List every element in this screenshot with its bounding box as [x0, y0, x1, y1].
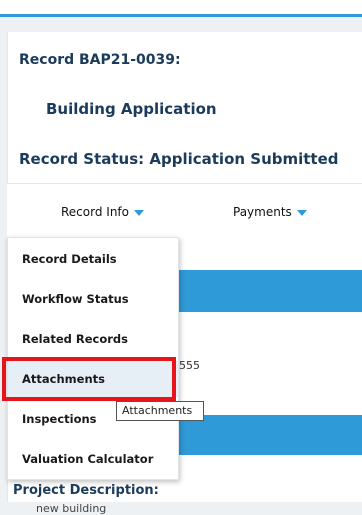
- project-description-label: Project Description:: [13, 483, 159, 498]
- menu-item-workflow-status[interactable]: Workflow Status: [8, 281, 178, 317]
- record-number: Record BAP21-0039:: [19, 52, 181, 68]
- menu-item-valuation-calculator[interactable]: Valuation Calculator: [8, 441, 178, 477]
- highlight-box: [2, 357, 176, 401]
- tab-payments-label: Payments: [233, 205, 292, 219]
- tab-record-info-label: Record Info: [61, 205, 129, 219]
- record-type: Building Application: [46, 100, 217, 118]
- tab-record-info[interactable]: Record Info: [61, 205, 144, 219]
- tooltip: Attachments: [116, 401, 204, 421]
- record-status: Record Status: Application Submitted: [19, 150, 339, 168]
- section-header-bar: [178, 270, 362, 312]
- section-header-bar: [178, 415, 362, 455]
- chevron-down-icon: [134, 209, 144, 216]
- project-description-value: new building: [36, 502, 107, 515]
- top-header-strip: [0, 0, 362, 14]
- partial-background-text: 555: [179, 359, 200, 372]
- tab-payments[interactable]: Payments: [233, 205, 307, 219]
- chevron-down-icon: [296, 209, 307, 216]
- menu-item-related-records[interactable]: Related Records: [8, 321, 178, 357]
- header-accent-line: [0, 14, 362, 17]
- menu-item-record-details[interactable]: Record Details: [8, 241, 178, 277]
